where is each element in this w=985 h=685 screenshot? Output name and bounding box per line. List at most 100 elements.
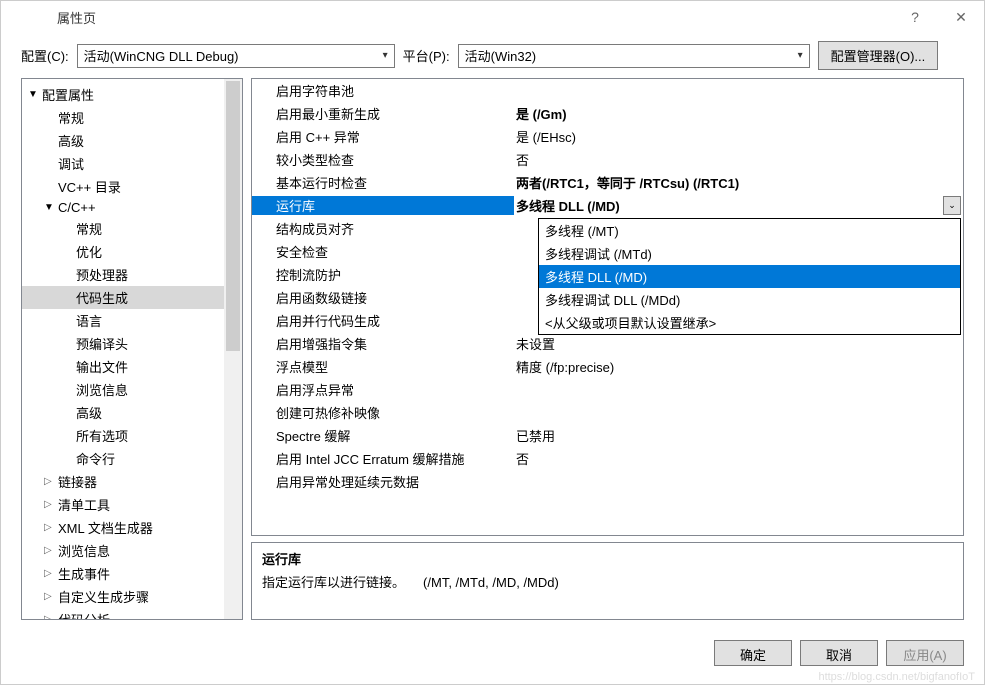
- tree-item[interactable]: ▷自定义生成步骤: [22, 585, 224, 608]
- dropdown-option[interactable]: 多线程调试 (/MTd): [539, 242, 960, 265]
- property-value: 否: [514, 150, 963, 169]
- tree-item[interactable]: 预处理器: [22, 263, 224, 286]
- apply-button[interactable]: 应用(A): [886, 640, 964, 666]
- tree-item[interactable]: 命令行: [22, 447, 224, 470]
- chevron-down-icon[interactable]: ▼: [44, 202, 58, 213]
- tree-item[interactable]: 输出文件: [22, 355, 224, 378]
- property-row[interactable]: 启用增强指令集未设置: [252, 332, 963, 355]
- property-row[interactable]: 运行库多线程 DLL (/MD)⌄: [252, 194, 963, 217]
- property-label: 基本运行时检查: [252, 173, 514, 192]
- tree-item[interactable]: 浏览信息: [22, 378, 224, 401]
- ok-button[interactable]: 确定: [714, 640, 792, 666]
- tree-item[interactable]: 常规: [22, 106, 224, 129]
- tree-item[interactable]: ▼C/C++: [22, 198, 224, 217]
- watermark: https://blog.csdn.net/bigfanofIoT: [818, 671, 975, 683]
- scrollbar-thumb[interactable]: [226, 81, 240, 351]
- property-label: 启用增强指令集: [252, 334, 514, 353]
- property-label: 浮点模型: [252, 357, 514, 376]
- tree-item-label: 浏览信息: [76, 380, 128, 399]
- dropdown-option[interactable]: 多线程调试 DLL (/MDd): [539, 288, 960, 311]
- platform-combo[interactable]: 活动(Win32): [458, 44, 810, 68]
- tree-item-label: 代码分析: [58, 610, 110, 619]
- tree-item-label: C/C++: [58, 200, 96, 215]
- property-label: 运行库: [252, 196, 514, 215]
- chevron-right-icon[interactable]: ▷: [44, 499, 58, 510]
- dialog-title: 属性页: [57, 8, 96, 27]
- tree-item[interactable]: 调试: [22, 152, 224, 175]
- chevron-right-icon[interactable]: ▷: [44, 476, 58, 487]
- property-row[interactable]: Spectre 缓解已禁用: [252, 424, 963, 447]
- cancel-button[interactable]: 取消: [800, 640, 878, 666]
- dropdown-option[interactable]: 多线程 (/MT): [539, 219, 960, 242]
- property-value: 多线程 DLL (/MD): [514, 196, 963, 215]
- property-row[interactable]: 启用字符串池: [252, 79, 963, 102]
- tree-item[interactable]: 常规: [22, 217, 224, 240]
- tree-item-label: 输出文件: [76, 357, 128, 376]
- config-bar: 配置(C): 活动(WinCNG DLL Debug) 平台(P): 活动(Wi…: [1, 33, 984, 78]
- chevron-down-icon[interactable]: ⌄: [943, 196, 961, 215]
- config-label: 配置(C):: [21, 46, 69, 65]
- config-manager-button[interactable]: 配置管理器(O)...: [818, 41, 939, 70]
- description-panel: 运行库 指定运行库以进行链接。 (/MT, /MTd, /MD, /MDd): [251, 542, 964, 620]
- property-row[interactable]: 启用 Intel JCC Erratum 缓解措施否: [252, 447, 963, 470]
- chevron-right-icon[interactable]: ▷: [44, 522, 58, 533]
- tree-item[interactable]: ▷浏览信息: [22, 539, 224, 562]
- property-value: 是 (/EHsc): [514, 127, 963, 146]
- property-label: 启用异常处理延续元数据: [252, 472, 514, 491]
- property-label: 结构成员对齐: [252, 219, 514, 238]
- property-label: Spectre 缓解: [252, 426, 514, 445]
- tree-item-label: 清单工具: [58, 495, 110, 514]
- tree-item[interactable]: ▷链接器: [22, 470, 224, 493]
- tree-item-label: 代码生成: [76, 288, 128, 307]
- chevron-right-icon[interactable]: ▷: [44, 545, 58, 556]
- tree-item[interactable]: 优化: [22, 240, 224, 263]
- property-row[interactable]: 较小类型检查否: [252, 148, 963, 171]
- tree-scrollbar[interactable]: [224, 79, 242, 619]
- main-area: ▼配置属性常规高级调试VC++ 目录▼C/C++常规优化预处理器代码生成语言预编…: [1, 78, 984, 630]
- property-row[interactable]: 启用异常处理延续元数据: [252, 470, 963, 493]
- tree-item-label: 链接器: [58, 472, 97, 491]
- tree-item[interactable]: 代码生成: [22, 286, 224, 309]
- property-label: 启用 Intel JCC Erratum 缓解措施: [252, 449, 514, 468]
- property-label: 创建可热修补映像: [252, 403, 514, 422]
- tree-item[interactable]: 高级: [22, 401, 224, 424]
- tree-item[interactable]: ▷代码分析: [22, 608, 224, 619]
- config-combo[interactable]: 活动(WinCNG DLL Debug): [77, 44, 395, 68]
- help-button[interactable]: ?: [892, 1, 938, 33]
- tree-item-label: 预编译头: [76, 334, 128, 353]
- tree-item[interactable]: ▷XML 文档生成器: [22, 516, 224, 539]
- tree-item[interactable]: 语言: [22, 309, 224, 332]
- chevron-down-icon[interactable]: ▼: [28, 89, 42, 100]
- property-row[interactable]: 启用最小重新生成是 (/Gm): [252, 102, 963, 125]
- tree-item-label: 浏览信息: [58, 541, 110, 560]
- platform-value: 活动(Win32): [465, 46, 537, 65]
- property-row[interactable]: 启用 C++ 异常是 (/EHsc): [252, 125, 963, 148]
- chevron-right-icon[interactable]: ▷: [44, 614, 58, 619]
- platform-label: 平台(P):: [403, 46, 450, 65]
- property-row[interactable]: 创建可热修补映像: [252, 401, 963, 424]
- close-button[interactable]: ✕: [938, 1, 984, 33]
- property-row[interactable]: 浮点模型精度 (/fp:precise): [252, 355, 963, 378]
- property-dialog: 属性页 ? ✕ 配置(C): 活动(WinCNG DLL Debug) 平台(P…: [0, 0, 985, 685]
- tree-item[interactable]: VC++ 目录: [22, 175, 224, 198]
- chevron-right-icon[interactable]: ▷: [44, 568, 58, 579]
- tree-item[interactable]: 所有选项: [22, 424, 224, 447]
- chevron-right-icon[interactable]: ▷: [44, 591, 58, 602]
- tree-item[interactable]: 预编译头: [22, 332, 224, 355]
- property-row[interactable]: 基本运行时检查两者(/RTC1，等同于 /RTCsu) (/RTC1): [252, 171, 963, 194]
- dropdown-option[interactable]: <从父级或项目默认设置继承>: [539, 311, 960, 334]
- titlebar: 属性页 ? ✕: [1, 1, 984, 33]
- tree-item-label: 语言: [76, 311, 102, 330]
- property-value: 精度 (/fp:precise): [514, 357, 963, 376]
- tree-item[interactable]: 高级: [22, 129, 224, 152]
- property-row[interactable]: 启用浮点异常: [252, 378, 963, 401]
- right-panel: 启用字符串池启用最小重新生成是 (/Gm)启用 C++ 异常是 (/EHsc)较…: [251, 78, 964, 620]
- tree-item[interactable]: ▷生成事件: [22, 562, 224, 585]
- tree-item[interactable]: ▼配置属性: [22, 83, 224, 106]
- property-label: 安全检查: [252, 242, 514, 261]
- property-grid: 启用字符串池启用最小重新生成是 (/Gm)启用 C++ 异常是 (/EHsc)较…: [251, 78, 964, 536]
- config-value: 活动(WinCNG DLL Debug): [84, 46, 239, 65]
- tree-item[interactable]: ▷清单工具: [22, 493, 224, 516]
- tree-item-label: 生成事件: [58, 564, 110, 583]
- dropdown-option[interactable]: 多线程 DLL (/MD): [539, 265, 960, 288]
